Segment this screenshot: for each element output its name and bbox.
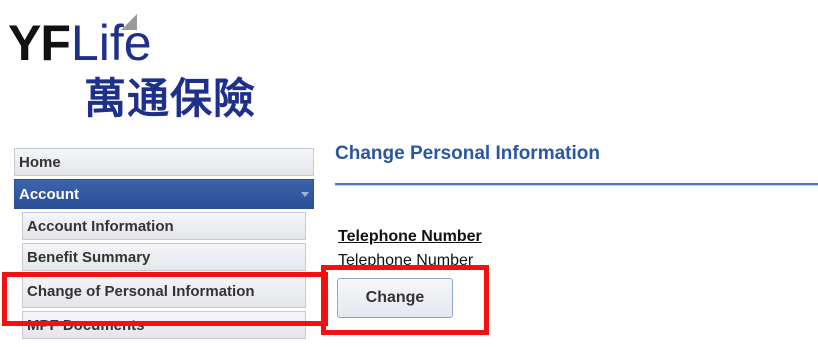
sidebar-item-mpf-documents[interactable]: MPF Documents	[22, 311, 306, 339]
sidebar-item-label: Benefit Summary	[27, 248, 151, 266]
sidebar-item-benefit-summary[interactable]: Benefit Summary	[22, 243, 306, 271]
sidebar-item-account[interactable]: Account	[14, 179, 314, 209]
sidebar-item-label: Change of Personal Information	[27, 282, 255, 300]
change-telephone-button[interactable]: Change	[337, 278, 453, 318]
sidebar-nav: Home Account Account Information Benefit…	[14, 148, 314, 342]
company-logo[interactable]: YF Life 萬通保險	[6, 4, 286, 126]
logo-chinese-text: 萬通保險	[84, 74, 257, 123]
sidebar-item-label: Home	[19, 153, 61, 171]
sidebar-item-account-information[interactable]: Account Information	[22, 212, 306, 240]
sidebar-item-label: Account Information	[27, 217, 174, 235]
page: YF Life 萬通保險 Home Account Account Inform…	[0, 0, 818, 347]
chevron-down-icon	[301, 192, 309, 197]
page-title: Change Personal Information	[335, 143, 600, 164]
logo-triangle-icon	[121, 14, 137, 30]
section-heading-telephone: Telephone Number	[338, 228, 482, 245]
sidebar-item-home[interactable]: Home	[14, 148, 314, 176]
logo-yf-text: YF	[8, 15, 71, 71]
sidebar-item-change-of-personal-information[interactable]: Change of Personal Information	[22, 274, 306, 308]
logo-life-text: Life	[70, 15, 152, 71]
sidebar-item-label: Account	[19, 185, 79, 203]
field-label-telephone: Telephone Number	[338, 252, 474, 269]
title-divider-shadow	[335, 185, 818, 186]
sidebar-item-label: MPF Documents	[27, 316, 145, 334]
